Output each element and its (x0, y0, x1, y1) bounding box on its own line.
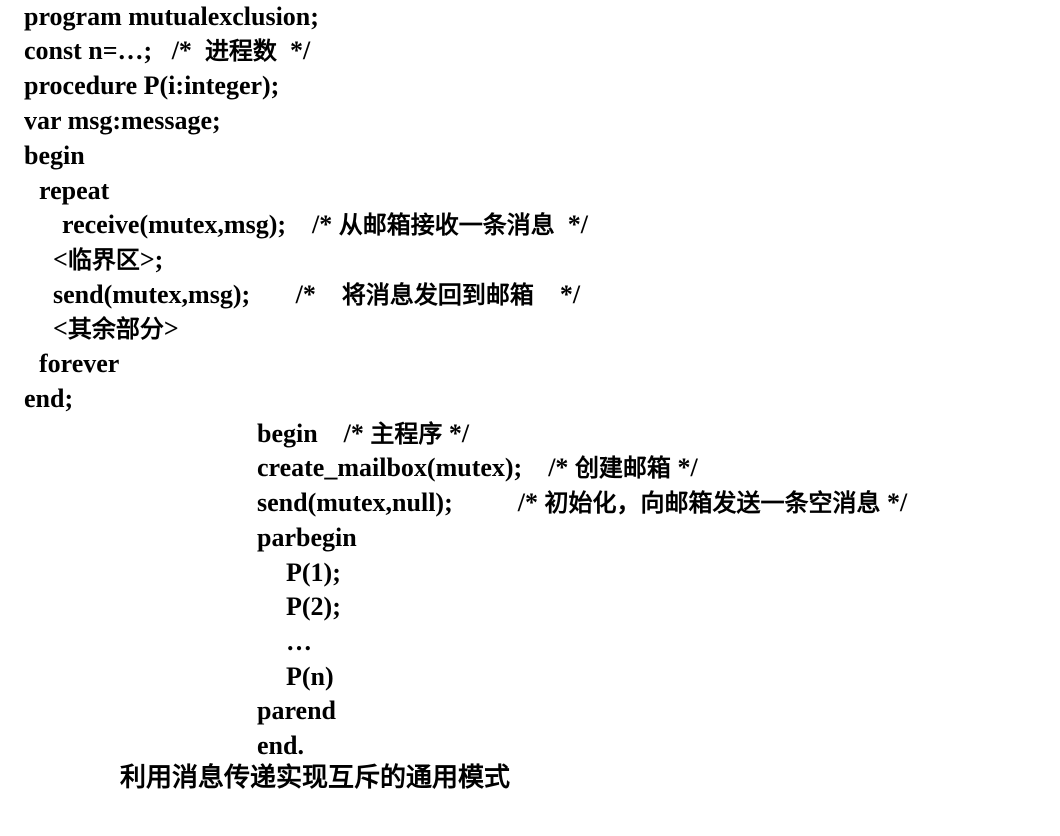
code-line-remainder: <其余部分> (53, 312, 179, 346)
code-text: create_mailbox(mutex); /* (257, 453, 575, 482)
comment-text: 主程序 (370, 420, 443, 448)
code-text: send(mutex,msg); /* (53, 280, 342, 309)
code-line-receive: receive(mutex,msg); /* 从邮箱接收一条消息 */ (62, 208, 588, 242)
main-line-p2: P(2); (286, 592, 341, 621)
comment-text: 临界区 (67, 246, 140, 274)
main-line-create-mailbox: create_mailbox(mutex); /* 创建邮箱 */ (257, 451, 698, 485)
code-text: send(mutex,null); /* (257, 488, 545, 517)
code-line-send: send(mutex,msg); /* 将消息发回到邮箱 */ (53, 278, 580, 312)
comment-text: 从邮箱接收一条消息 (338, 211, 555, 239)
code-line-program: program mutualexclusion; (24, 2, 319, 31)
code-line-repeat: repeat (39, 176, 110, 205)
code-text: */ (442, 419, 470, 448)
figure-caption: 利用消息传递实现互斥的通用模式 (120, 763, 511, 793)
code-line-const: const n=…; /* 进程数 */ (24, 34, 310, 68)
comment-text: 进程数 (204, 37, 277, 65)
code-text: begin /* (257, 419, 371, 448)
comment-text: 创建邮箱 (574, 454, 671, 482)
code-text: >; (139, 245, 164, 274)
main-line-parbegin: parbegin (257, 523, 357, 552)
code-line-forever: forever (39, 349, 120, 378)
code-text: */ (533, 280, 581, 309)
code-text: */ (880, 488, 908, 517)
code-text: const n=…; /* (24, 36, 205, 65)
code-text: */ (670, 453, 698, 482)
main-line-begin: begin /* 主程序 */ (257, 417, 469, 451)
code-text: receive(mutex,msg); /* (62, 210, 339, 239)
code-text: */ (554, 210, 588, 239)
main-line-end: end. (257, 731, 304, 760)
main-line-send-null: send(mutex,null); /* 初始化，向邮箱发送一条空消息 */ (257, 486, 907, 520)
code-line-begin: begin (24, 141, 85, 170)
code-line-procedure: procedure P(i:integer); (24, 71, 280, 100)
main-line-p1: P(1); (286, 558, 341, 587)
comment-text: 将消息发回到邮箱 (341, 281, 534, 309)
main-line-parend: parend (257, 696, 336, 725)
main-line-pn: P(n) (286, 662, 334, 691)
code-text: < (53, 314, 68, 343)
code-text: > (163, 314, 179, 343)
comment-text: 其余部分 (67, 315, 164, 343)
comment-text: 初始化，向邮箱发送一条空消息 (544, 489, 881, 517)
main-line-ellipsis: … (286, 627, 312, 656)
code-line-var: var msg:message; (24, 106, 221, 135)
code-text: */ (276, 36, 311, 65)
code-line-end: end; (24, 384, 74, 413)
code-line-critical-section: <临界区>; (53, 243, 163, 277)
code-text: < (53, 245, 68, 274)
